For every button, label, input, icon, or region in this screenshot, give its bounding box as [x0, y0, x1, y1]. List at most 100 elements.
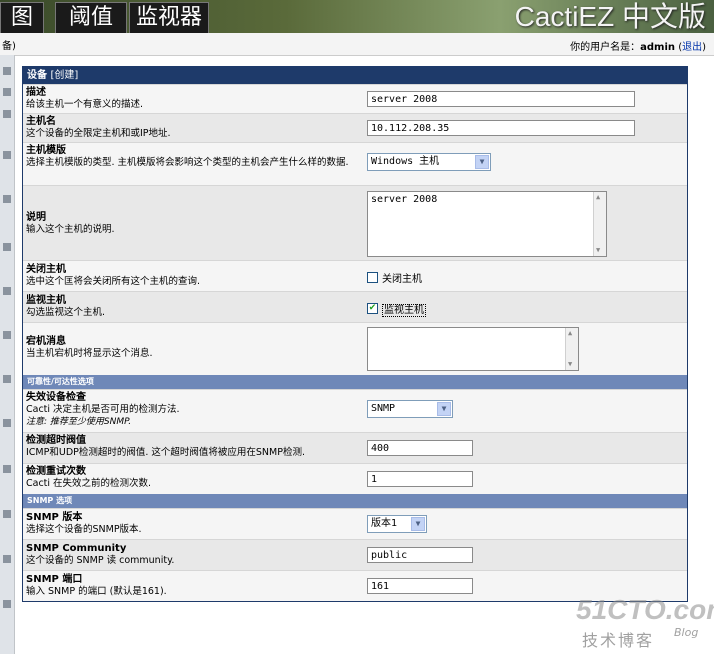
sidebar-marker — [3, 195, 11, 203]
chevron-down-icon[interactable]: ▼ — [411, 517, 425, 531]
sidebar-marker — [3, 465, 11, 473]
retries-input[interactable]: 1 — [367, 471, 473, 487]
down-message-label: 宕机消息 — [26, 336, 66, 347]
notes-scrollbar[interactable]: ▲ ▼ — [593, 192, 606, 256]
timeout-input[interactable]: 400 — [367, 440, 473, 456]
form-row-hostname: 主机名 这个设备的全限定主机和或IP地址. 10.112.208.35 — [23, 113, 687, 142]
description-help: 给该主机一个有意义的描述. — [26, 99, 144, 110]
snmp-community-input[interactable]: public — [367, 547, 473, 563]
snmp-port-label: SNMP 端口 — [26, 574, 83, 585]
description-label: 描述 — [26, 87, 46, 98]
down-message-help: 当主机宕机时将显示这个消息. — [26, 348, 153, 359]
watermark-caption: 技术博客 — [582, 631, 655, 650]
detection-value: SNMP — [371, 403, 396, 414]
disable-host-label: 关闭主机 — [26, 264, 66, 275]
notes-value: server 2008 — [371, 194, 438, 205]
sidebar-marker — [3, 243, 11, 251]
disable-host-checkbox[interactable] — [367, 272, 378, 283]
device-form-panel: 设备 [创建] 描述 给该主机一个有意义的描述. server 2008 主机名… — [22, 66, 688, 602]
sidebar-marker — [3, 287, 11, 295]
logout-close: ) — [702, 42, 706, 53]
disable-host-control: 关闭主机 — [367, 270, 422, 285]
form-row-description: 描述 给该主机一个有意义的描述. server 2008 — [23, 84, 687, 113]
left-sidebar — [0, 55, 15, 654]
sidebar-marker — [3, 375, 11, 383]
watermark: 51CTO.com 技术博客 Blog — [576, 594, 714, 650]
down-message-textarea[interactable]: ▲ ▼ — [367, 327, 579, 371]
sidebar-marker — [3, 419, 11, 427]
panel-title: 设备 — [27, 70, 47, 81]
form-row-snmp-community: SNMP Community 这个设备的 SNMP 读 community. p… — [23, 539, 687, 570]
user-prefix: 你的用户名是： — [570, 42, 641, 53]
user-bar: 备) 你的用户名是：admin (退出) — [0, 33, 714, 56]
scroll-up-icon[interactable]: ▲ — [596, 194, 603, 201]
logout-link[interactable]: 退出 — [682, 42, 702, 53]
sidebar-marker — [3, 600, 11, 608]
notes-help: 输入这个主机的说明. — [26, 224, 115, 235]
watermark-blog: Blog — [674, 626, 699, 639]
disable-host-checkbox-label[interactable]: 关闭主机 — [382, 274, 422, 285]
snmp-community-help: 这个设备的 SNMP 读 community. — [26, 555, 175, 566]
detection-note: 注意: 推荐至少使用SNMP. — [26, 417, 132, 427]
watermark-site: 51CTO.com — [576, 594, 714, 625]
chevron-down-icon[interactable]: ▼ — [437, 402, 451, 416]
sidebar-marker — [3, 110, 11, 118]
hostname-label: 主机名 — [26, 116, 56, 127]
snmp-version-select[interactable]: 版本1 ▼ — [367, 515, 427, 533]
tab-monitor-label: 监视器 — [135, 5, 202, 30]
scroll-up-icon[interactable]: ▲ — [568, 330, 575, 337]
sidebar-marker — [3, 510, 11, 518]
detection-select[interactable]: SNMP ▼ — [367, 400, 453, 418]
tab-thresholds[interactable]: 阈值 — [55, 2, 127, 34]
availability-section-header: 可靠性/可达性选项 — [23, 375, 687, 389]
panel-header: 设备 [创建] — [23, 67, 687, 84]
monitor-host-checkbox[interactable]: ✔ — [367, 303, 378, 314]
form-row-snmp-version: SNMP 版本 选择这个设备的SNMP版本. 版本1 ▼ — [23, 508, 687, 539]
notes-textarea[interactable]: server 2008 ▲ ▼ — [367, 191, 607, 257]
snmp-version-label: SNMP 版本 — [26, 512, 83, 523]
scroll-down-icon[interactable]: ▼ — [568, 361, 575, 368]
monitor-host-help: 勾选监视这个主机. — [26, 307, 106, 318]
retries-help: Cacti 在失效之前的检测次数. — [26, 478, 152, 489]
tab-monitor[interactable]: 监视器 — [129, 2, 209, 34]
username: admin — [640, 42, 675, 53]
notes-label: 说明 — [26, 212, 46, 223]
form-row-retries: 检测重试次数 Cacti 在失效之前的检测次数. 1 — [23, 463, 687, 494]
sidebar-marker — [3, 67, 11, 75]
timeout-help: ICMP和UDP检测超时的阀值. 这个超时阀值将被应用在SNMP检测. — [26, 447, 305, 458]
snmp-section-header: SNMP 选项 — [23, 494, 687, 508]
form-row-notes: 说明 输入这个主机的说明. server 2008 ▲ ▼ — [23, 185, 687, 260]
retries-label: 检测重试次数 — [26, 466, 86, 477]
breadcrumb: 备) — [2, 41, 16, 52]
scroll-down-icon[interactable]: ▼ — [596, 247, 603, 254]
snmp-community-label: SNMP Community — [26, 543, 127, 554]
detection-label: 失效设备检查 — [26, 392, 86, 403]
checkmark-icon: ✔ — [368, 303, 377, 313]
form-row-disable-host: 关闭主机 选中这个匡将会关闭所有这个主机的查询. 关闭主机 — [23, 260, 687, 291]
sidebar-marker — [3, 555, 11, 563]
host-template-value: Windows 主机 — [371, 156, 440, 167]
form-row-down-message: 宕机消息 当主机宕机时将显示这个消息. ▲ ▼ — [23, 322, 687, 375]
host-template-label: 主机模版 — [26, 145, 66, 156]
disable-host-help: 选中这个匡将会关闭所有这个主机的查询. — [26, 276, 201, 287]
down-message-scrollbar[interactable]: ▲ ▼ — [565, 328, 578, 370]
host-template-select[interactable]: Windows 主机 ▼ — [367, 153, 491, 171]
create-link[interactable]: [创建] — [50, 70, 78, 81]
hostname-help: 这个设备的全限定主机和或IP地址. — [26, 128, 171, 139]
monitor-host-label: 监视主机 — [26, 295, 66, 306]
sidebar-marker — [3, 151, 11, 159]
tab-thresholds-label: 阈值 — [68, 5, 113, 30]
monitor-host-checkbox-label[interactable]: 监视主机 — [382, 304, 426, 317]
description-input[interactable]: server 2008 — [367, 91, 635, 107]
chevron-down-icon[interactable]: ▼ — [475, 155, 489, 169]
monitor-host-control: ✔ 监视主机 — [367, 301, 426, 317]
form-row-monitor-host: 监视主机 勾选监视这个主机. ✔ 监视主机 — [23, 291, 687, 322]
snmp-port-input[interactable]: 161 — [367, 578, 473, 594]
detection-help: Cacti 决定主机是否可用的检测方法. — [26, 404, 180, 415]
tab-graphs[interactable]: 图形 — [0, 2, 44, 60]
sidebar-marker — [3, 331, 11, 339]
hostname-input[interactable]: 10.112.208.35 — [367, 120, 635, 136]
form-row-timeout: 检测超时阀值 ICMP和UDP检测超时的阀值. 这个超时阀值将被应用在SNMP检… — [23, 432, 687, 463]
snmp-port-help: 输入 SNMP 的端口 (默认是161). — [26, 586, 167, 597]
snmp-version-help: 选择这个设备的SNMP版本. — [26, 524, 142, 535]
